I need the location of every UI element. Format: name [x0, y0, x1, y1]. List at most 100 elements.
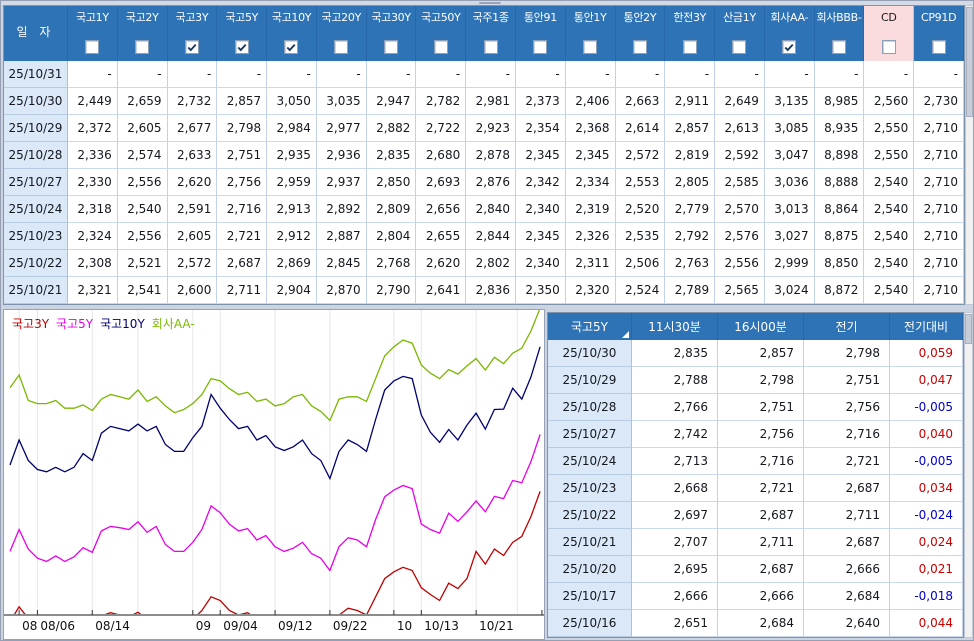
yield-cell: 2,923 — [466, 115, 516, 142]
legend-item: 국고5Y — [56, 317, 94, 331]
column-checkbox-2[interactable] — [135, 40, 150, 54]
detail-prev-value: 2,687 — [804, 475, 890, 502]
column-header-7[interactable]: 국고30Y — [366, 6, 417, 61]
yield-cell: 2,320 — [565, 277, 616, 304]
detail-prev-value: 2,666 — [804, 556, 890, 583]
yield-cell: 2,887 — [316, 223, 367, 250]
column-header-13[interactable]: 한전3Y — [665, 6, 716, 61]
detail-1130-value: 2,666 — [632, 583, 718, 610]
column-header-3[interactable]: 국고3Y — [167, 6, 218, 61]
column-label: 국고5Y — [225, 11, 259, 24]
column-checkbox-9[interactable] — [483, 40, 498, 54]
column-header-16[interactable]: 회사BBB- — [814, 6, 865, 61]
right-table-scrollbar[interactable] — [964, 312, 973, 638]
yield-cell: 2,585 — [715, 169, 765, 196]
column-checkbox-18[interactable] — [931, 40, 946, 54]
x-axis-label: 09/12 — [278, 619, 313, 633]
column-header-1[interactable]: 국고1Y — [68, 6, 118, 61]
scrollbar-thumb[interactable] — [965, 314, 972, 344]
column-header-11[interactable]: 통안1Y — [565, 6, 616, 61]
detail-1600-value: 2,857 — [718, 340, 804, 367]
column-checkbox-5[interactable] — [284, 40, 299, 54]
detail-header-2[interactable]: 11시30분 — [632, 313, 718, 340]
detail-header-5[interactable]: 전기대비 — [890, 313, 963, 340]
yield-cell: 2,710 — [914, 115, 964, 142]
column-checkbox-3[interactable] — [184, 40, 199, 54]
column-checkbox-4[interactable] — [234, 40, 249, 54]
x-axis-label: 08 — [22, 619, 37, 633]
yield-cell: 2,574 — [117, 142, 168, 169]
column-checkbox-6[interactable] — [334, 40, 349, 54]
yield-cell: - — [914, 61, 964, 88]
column-checkbox-7[interactable] — [384, 40, 399, 54]
yield-cell: 2,710 — [914, 142, 964, 169]
detail-row-date: 25/10/28 — [548, 394, 632, 421]
column-header-6[interactable]: 국고20Y — [316, 6, 367, 61]
detail-header-3[interactable]: 16시00분 — [718, 313, 804, 340]
column-label: 국고50Y — [421, 11, 461, 24]
column-label: 산금1Y — [723, 11, 756, 24]
column-header-15[interactable]: 회사AA- — [764, 6, 815, 61]
yield-cell: 2,319 — [565, 196, 616, 223]
yield-cell: 2,911 — [665, 88, 716, 115]
column-header-2[interactable]: 국고2Y — [117, 6, 168, 61]
yield-cell: 2,311 — [565, 250, 616, 277]
yield-cell: 2,710 — [914, 250, 964, 277]
column-header-5[interactable]: 국고10Y — [267, 6, 317, 61]
column-checkbox-8[interactable] — [433, 40, 448, 54]
yield-cell: 2,614 — [615, 115, 666, 142]
column-checkbox-1[interactable] — [85, 40, 100, 54]
column-checkbox-15[interactable] — [782, 40, 797, 54]
top-table-scrollbar[interactable] — [965, 5, 973, 305]
yield-cell: 8,898 — [814, 142, 865, 169]
yield-cell: 2,984 — [267, 115, 317, 142]
detail-prev-value: 2,798 — [804, 340, 890, 367]
yield-cell: 3,085 — [764, 115, 815, 142]
detail-change-value: 0,047 — [890, 367, 963, 394]
yield-cell: 2,520 — [615, 196, 666, 223]
column-checkbox-14[interactable] — [732, 40, 747, 54]
column-header-12[interactable]: 통안2Y — [615, 6, 666, 61]
yield-cell: 2,693 — [416, 169, 467, 196]
column-checkbox-12[interactable] — [632, 40, 647, 54]
checkmark-icon — [237, 43, 247, 51]
yield-cell: 2,798 — [217, 115, 268, 142]
column-header-17[interactable]: CD — [864, 6, 915, 61]
column-header-10[interactable]: 통안91 — [516, 6, 566, 61]
column-header-14[interactable]: 산금1Y — [715, 6, 765, 61]
yield-cell: 2,321 — [68, 277, 118, 304]
detail-header-1[interactable]: 국고5Y — [548, 313, 632, 340]
yield-cell: 2,947 — [366, 88, 417, 115]
yield-cell: - — [516, 61, 566, 88]
scrollbar-thumb[interactable] — [966, 7, 973, 117]
column-header-9[interactable]: 국주1종 — [466, 6, 516, 61]
detail-header-4[interactable]: 전기 — [804, 313, 890, 340]
yield-cell: - — [615, 61, 666, 88]
column-header-4[interactable]: 국고5Y — [217, 6, 268, 61]
yield-cell: 2,324 — [68, 223, 118, 250]
column-checkbox-10[interactable] — [533, 40, 548, 54]
column-header-8[interactable]: 국고50Y — [416, 6, 467, 61]
yield-cell: 2,768 — [366, 250, 417, 277]
yield-line-chart: 08 08/06 08/14 09 09/04 09/12 09/22 10 10/13 10/2… — [4, 310, 544, 633]
detail-1130-value: 2,742 — [632, 421, 718, 448]
column-checkbox-17[interactable] — [881, 40, 896, 54]
column-checkbox-11[interactable] — [583, 40, 598, 54]
column-label: 국고2Y — [125, 11, 159, 24]
yield-cell: 2,913 — [267, 196, 317, 223]
column-header-18[interactable]: CP91D — [914, 6, 964, 61]
yield-cell: 3,013 — [764, 196, 815, 223]
column-checkbox-16[interactable] — [832, 40, 847, 54]
ktb5y-detail-table: 국고5Y 11시30분 16시00분 전기 전기대비 25/10/30 2,835 2,857… — [548, 313, 963, 637]
yield-cell: 2,342 — [516, 169, 566, 196]
yield-cell: 2,521 — [117, 250, 168, 277]
date-column-header[interactable]: 일 자 — [4, 6, 68, 61]
yield-cell: - — [267, 61, 317, 88]
yield-cell: 2,977 — [316, 115, 367, 142]
yield-cell: 2,710 — [914, 169, 964, 196]
column-checkbox-13[interactable] — [682, 40, 697, 54]
yield-cell: 2,716 — [217, 196, 268, 223]
yield-cell: 3,027 — [764, 223, 815, 250]
row-date: 25/10/23 — [4, 223, 68, 250]
detail-1600-value: 2,721 — [718, 475, 804, 502]
